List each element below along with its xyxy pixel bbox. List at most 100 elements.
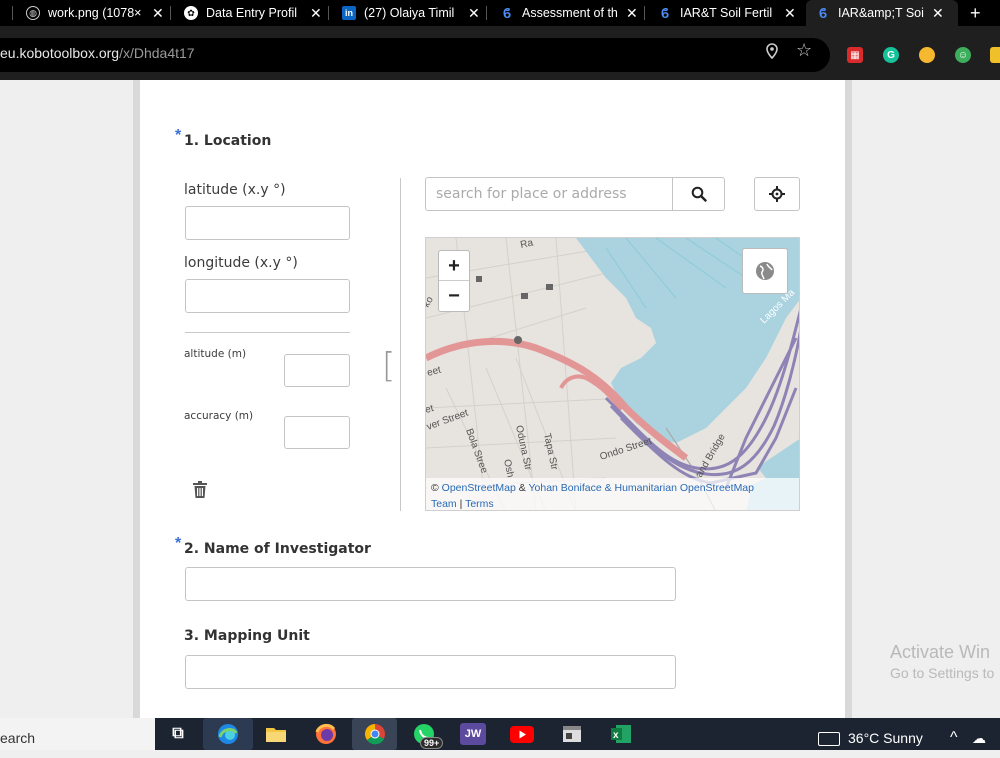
- tab-iart-soil-active[interactable]: ϐ IAR&amp;T Soil ✕: [806, 0, 958, 26]
- question-location-label: 1. Location: [184, 133, 272, 149]
- bracket-mark: [: [382, 346, 396, 386]
- zoom-in-button[interactable]: +: [439, 251, 469, 281]
- app-window-icon[interactable]: [558, 721, 586, 747]
- weather-text: 36°C Sunny: [848, 730, 923, 746]
- accuracy-label: accuracy (m): [184, 410, 254, 422]
- linkedin-icon: in: [342, 6, 356, 20]
- right-gutter: [845, 80, 852, 718]
- tab-title: work.png (1078×: [48, 6, 142, 20]
- kobo-icon: ϐ: [818, 5, 828, 21]
- tab-title: Assessment of th: [522, 6, 618, 20]
- question-investigator-label: 2. Name of Investigator: [184, 541, 371, 557]
- map-widget[interactable]: Ra ko eet et ver Street Bola Stree Oduna…: [425, 237, 800, 511]
- latitude-input[interactable]: [185, 206, 350, 240]
- kobo-icon: ϐ: [502, 5, 512, 21]
- terms-link[interactable]: Terms: [465, 498, 494, 510]
- globe-icon: ◍: [26, 6, 40, 20]
- tab-separator: [486, 6, 487, 20]
- chrome-icon[interactable]: [352, 718, 397, 750]
- attribution-amp: &: [518, 482, 526, 494]
- grammarly-icon[interactable]: G: [883, 47, 899, 63]
- url-host: eu.kobotoolbox.org: [0, 45, 120, 61]
- longitude-input[interactable]: [185, 279, 350, 313]
- required-marker: *: [175, 535, 182, 552]
- page-viewport: * 1. Location latitude (x.y °) longitude…: [0, 80, 1000, 718]
- trash-icon[interactable]: [192, 481, 208, 504]
- weather-widget[interactable]: 36°C Sunny: [818, 718, 923, 750]
- bookmark-star-icon[interactable]: ☆: [796, 40, 812, 61]
- tab-work-png[interactable]: ◍ work.png (1078× ✕: [26, 0, 164, 26]
- close-icon[interactable]: ✕: [932, 5, 944, 22]
- task-view-icon[interactable]: ⧉: [164, 721, 192, 747]
- question-mapping-unit-label: 3. Mapping Unit: [184, 628, 310, 644]
- jw-app-icon[interactable]: JW: [460, 723, 486, 745]
- taskbar-search-label: earch: [0, 730, 36, 746]
- map-search-input[interactable]: [425, 177, 673, 211]
- globe-icon: [756, 262, 774, 280]
- investigator-name-input[interactable]: [185, 567, 676, 601]
- zoom-control: + −: [438, 250, 470, 312]
- longitude-label: longitude (x.y °): [184, 255, 298, 271]
- crosshair-icon: [769, 186, 785, 202]
- close-icon[interactable]: ✕: [784, 5, 796, 22]
- tab-separator: [170, 6, 171, 20]
- tab-title: IAR&amp;T Soil: [838, 6, 924, 20]
- extension-yellow-icon[interactable]: [919, 47, 935, 63]
- taskbar-search[interactable]: earch: [0, 718, 155, 750]
- search-icon: [691, 186, 707, 202]
- cloud-icon[interactable]: ☁: [972, 718, 986, 750]
- tab-separator: [12, 6, 13, 20]
- close-icon[interactable]: ✕: [626, 5, 638, 22]
- hot-team-link[interactable]: Yohan Boniface & Humanitarian OpenStreet…: [528, 482, 754, 494]
- map-attribution: © OpenStreetMap & Yohan Boniface & Human…: [426, 478, 799, 510]
- map-search-button[interactable]: [672, 177, 725, 211]
- extension-robot-icon[interactable]: ☺: [955, 47, 971, 63]
- form-container: * 1. Location latitude (x.y °) longitude…: [140, 80, 845, 718]
- mapping-unit-input[interactable]: [185, 655, 676, 689]
- hot-team-link-2[interactable]: Team: [431, 498, 457, 510]
- required-marker: *: [175, 127, 182, 144]
- attribution-separator: |: [459, 498, 463, 510]
- tab-data-entry[interactable]: ✿ Data Entry Profil ✕: [184, 0, 322, 26]
- accuracy-input[interactable]: [284, 416, 350, 449]
- tab-assessment[interactable]: ϐ Assessment of th ✕: [500, 0, 638, 26]
- close-icon[interactable]: ✕: [468, 5, 480, 22]
- address-bar: eu.kobotoolbox.org/x/Dhda4t17 ☆ ▦ G ☺: [0, 26, 1000, 80]
- tab-title: IAR&T Soil Fertil: [680, 6, 773, 20]
- taskbar: earch ⧉ 99+ JW x 36°C Sunny ^ ☁: [0, 718, 1000, 750]
- altitude-label: altitude (m): [184, 348, 247, 360]
- geolocate-button[interactable]: [754, 177, 800, 211]
- tab-linkedin[interactable]: in (27) Olaiya Timil ✕: [342, 0, 480, 26]
- divider: [185, 332, 350, 333]
- close-icon[interactable]: ✕: [152, 5, 164, 22]
- tab-bar: ◍ work.png (1078× ✕ ✿ Data Entry Profil …: [0, 0, 1000, 26]
- weather-icon: [818, 732, 840, 747]
- edge-icon[interactable]: [203, 718, 253, 750]
- activate-windows-watermark: Activate Win Go to Settings to: [890, 642, 994, 681]
- tab-separator: [644, 6, 645, 20]
- tray-chevron-icon[interactable]: ^: [950, 718, 958, 750]
- layer-switcher-button[interactable]: [742, 248, 788, 294]
- url-path: /x/Dhda4t17: [119, 45, 195, 61]
- svg-text:x: x: [613, 730, 619, 741]
- firefox-icon[interactable]: [312, 721, 340, 747]
- youtube-icon[interactable]: [508, 721, 536, 747]
- extension-red-icon[interactable]: ▦: [847, 47, 863, 63]
- tab-iart-soil-1[interactable]: ϐ IAR&T Soil Fertil ✕: [658, 0, 796, 26]
- extension-bolt-icon[interactable]: [990, 47, 1000, 63]
- file-explorer-icon[interactable]: [262, 721, 290, 747]
- vertical-divider: [400, 178, 401, 511]
- location-pin-icon[interactable]: [765, 43, 779, 64]
- kobo-icon: ϐ: [660, 5, 670, 21]
- tab-title: (27) Olaiya Timil: [364, 6, 455, 20]
- url-text[interactable]: eu.kobotoolbox.org/x/Dhda4t17: [0, 45, 195, 61]
- close-icon[interactable]: ✕: [310, 5, 322, 22]
- whatsapp-icon[interactable]: 99+: [410, 721, 444, 749]
- watermark-line1: Activate Win: [890, 642, 991, 662]
- left-gutter: [133, 80, 140, 718]
- osm-link[interactable]: OpenStreetMap: [442, 482, 516, 494]
- altitude-input[interactable]: [284, 354, 350, 387]
- excel-icon[interactable]: x: [607, 721, 635, 747]
- new-tab-button[interactable]: +: [970, 0, 981, 26]
- zoom-out-button[interactable]: −: [439, 281, 469, 311]
